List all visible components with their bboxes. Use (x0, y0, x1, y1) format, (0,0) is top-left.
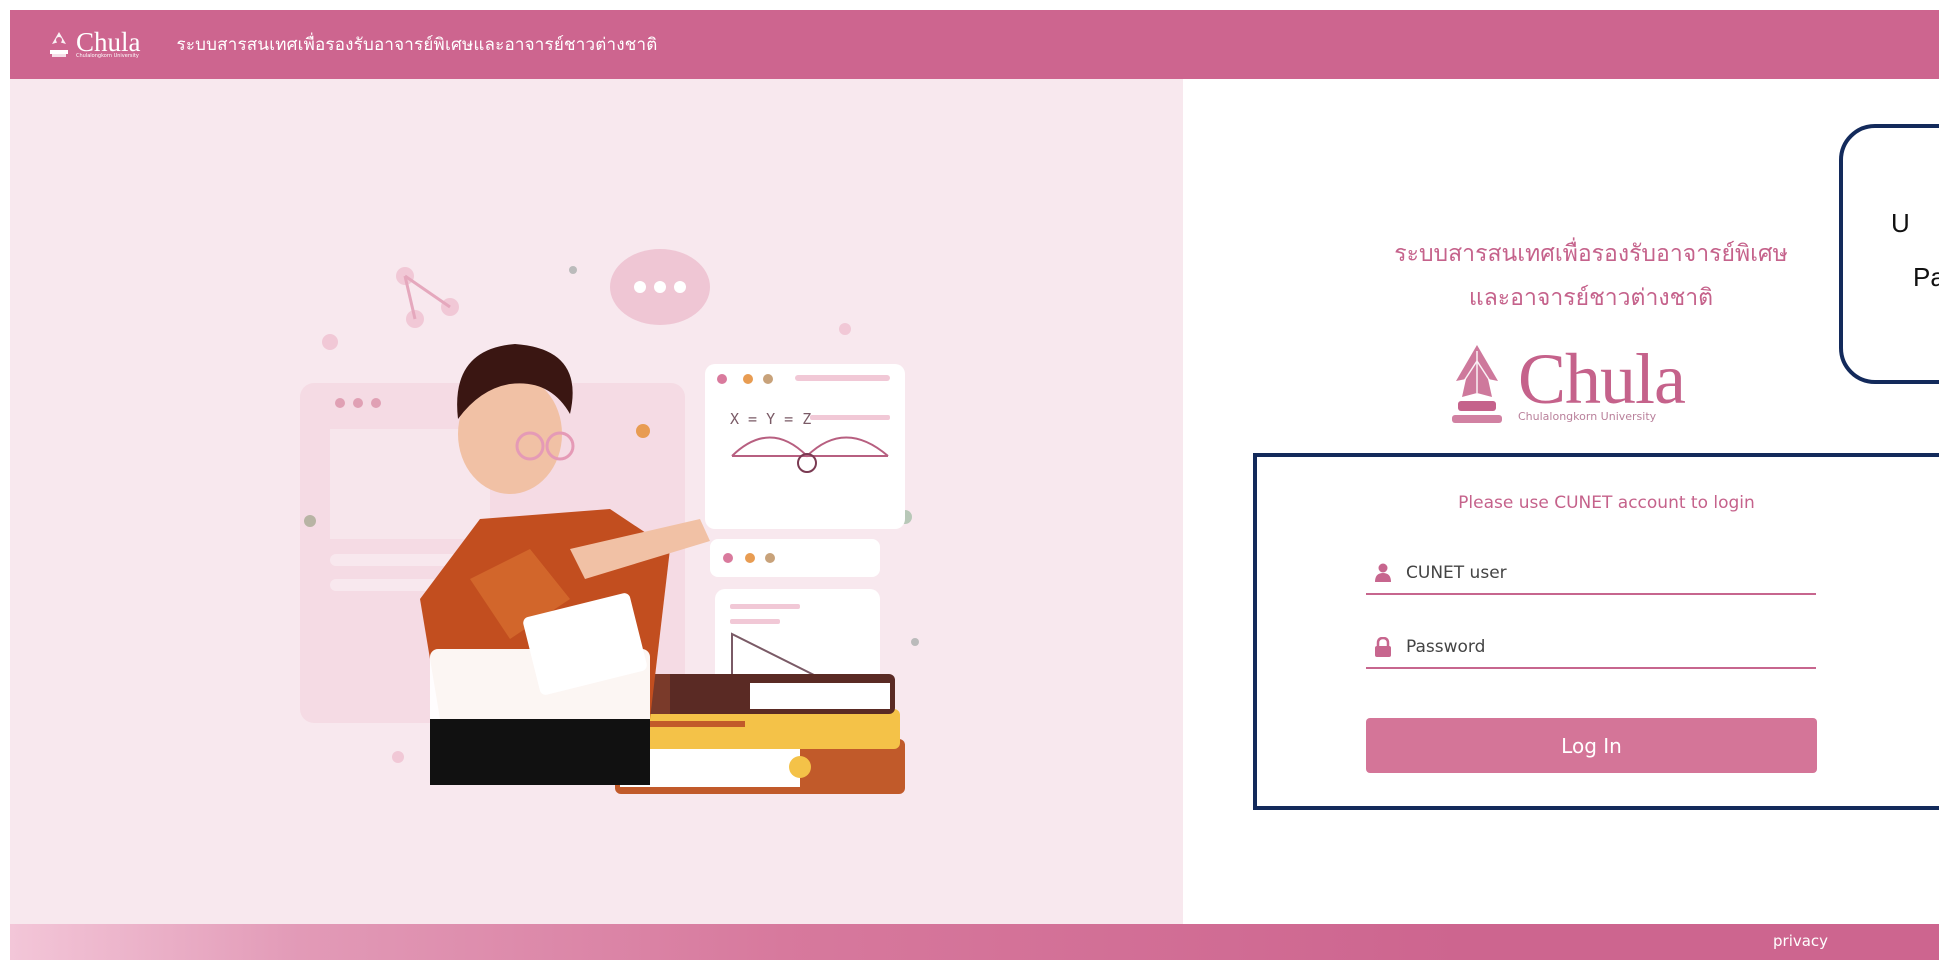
login-form: Please use CUNET account to login Log In (1253, 453, 1939, 810)
system-title: ระบบสารสนเทศเพื่อรองรับอาจารย์พิเศษ และอ… (1346, 232, 1836, 320)
formula-text: X = Y = Z (730, 410, 811, 428)
university-emblem-icon (1452, 345, 1502, 423)
annotation-callout: U Pa (1839, 124, 1939, 384)
username-input[interactable] (1404, 562, 1808, 584)
user-icon (1375, 563, 1391, 582)
teacher-illustration: X = Y = Z (300, 249, 919, 794)
system-title-line-1: ระบบสารสนเทศเพื่อรองรับอาจารย์พิเศษ (1394, 241, 1788, 267)
login-button[interactable]: Log In (1366, 718, 1817, 773)
password-input[interactable] (1404, 636, 1808, 658)
illustration-panel: X = Y = Z (10, 79, 1183, 924)
page-frame: Chula Chulalongkorn University ระบบสารสน… (10, 10, 1939, 960)
password-field[interactable] (1366, 627, 1816, 669)
system-title-line-2: และอาจารย์ชาวต่างชาติ (1468, 285, 1714, 311)
header-logo-text: Chula (76, 26, 141, 57)
university-emblem-icon (50, 31, 68, 57)
lock-icon (1375, 637, 1391, 657)
logo-wordmark: Chula (1518, 339, 1686, 419)
callout-line-2: Pa (1913, 262, 1939, 292)
header-logo[interactable]: Chula Chulalongkorn University (46, 26, 141, 60)
username-field[interactable] (1366, 553, 1816, 595)
login-hint: Please use CUNET account to login (1458, 493, 1755, 513)
chula-logo: Chula Chulalongkorn University (1448, 339, 1686, 433)
footer: privacy (10, 924, 1939, 960)
header-logo-subtext: Chulalongkorn University (76, 52, 139, 59)
callout-line-1: U (1891, 208, 1910, 238)
login-panel: ระบบสารสนเทศเพื่อรองรับอาจารย์พิเศษ และอ… (1183, 79, 1939, 924)
header-title: ระบบสารสนเทศเพื่อรองรับอาจารย์พิเศษและอา… (176, 35, 658, 55)
privacy-link[interactable]: privacy (1773, 932, 1828, 950)
top-navbar: Chula Chulalongkorn University ระบบสารสน… (10, 10, 1939, 79)
